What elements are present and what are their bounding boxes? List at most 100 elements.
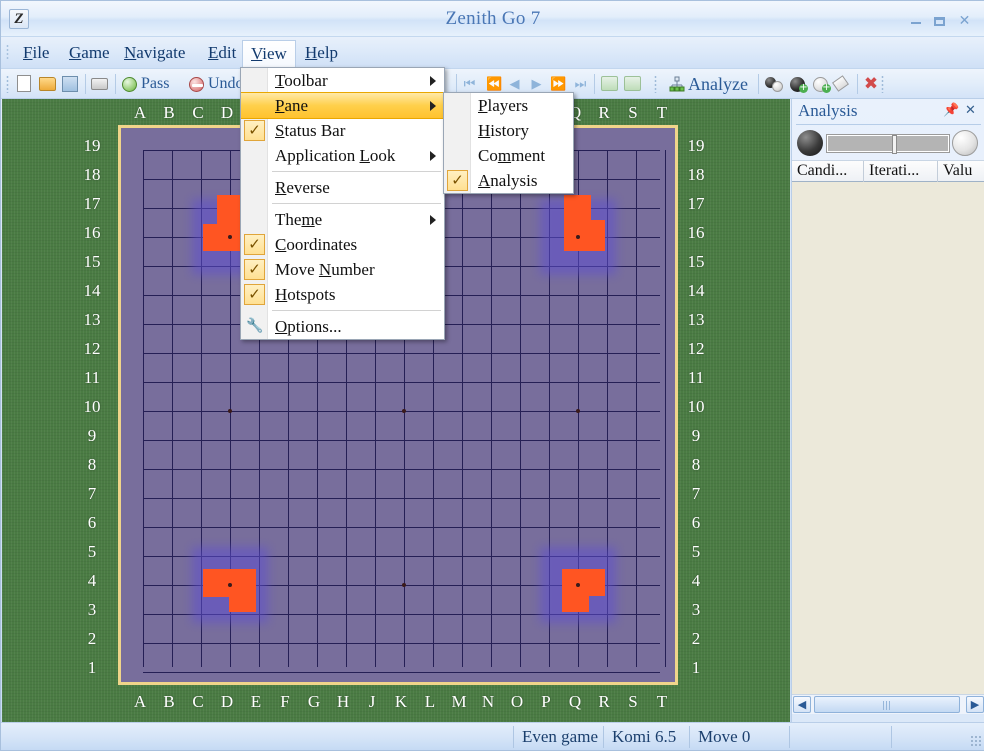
check-icon: ✓ [244,259,265,280]
view-menu-popup[interactable]: ToolbarPane✓Status BarApplication LookRe… [240,67,445,340]
menu-navigate[interactable]: Navigate [116,40,193,66]
view-menu-item-move-number[interactable]: ✓Move Number [241,257,444,282]
new-file-icon[interactable] [17,75,31,92]
view-menu-item-reverse[interactable]: Reverse [241,175,444,200]
column-label-bottom-Q: Q [565,692,585,712]
pane-menu-item-players[interactable]: Players [444,93,573,118]
hotspot-core[interactable] [203,224,244,251]
print-icon[interactable] [91,78,108,90]
toolbar-grip-2[interactable] [654,75,657,93]
menu-item-label: Pane [275,96,308,115]
menu-game[interactable]: Game [61,40,118,66]
minimize-button[interactable] [908,14,923,28]
analyze-button[interactable]: Analyze [688,73,748,95]
row-label-right-18: 18 [686,165,706,185]
resize-grip[interactable] [970,735,982,747]
grid-line-vertical [143,150,144,667]
nav-first-icon[interactable]: ⏮ [462,77,477,92]
evaluation-slider[interactable] [827,135,949,152]
hotspot-core[interactable] [229,569,256,612]
undo-button[interactable]: Undo [208,73,244,95]
row-label-right-10: 10 [686,397,706,417]
column-label-bottom-F: F [275,692,295,712]
nav-rewind-icon[interactable]: ⏪ [486,77,501,92]
nav-forward-icon[interactable]: ⏩ [550,77,565,92]
pane-menu-item-analysis[interactable]: ✓Analysis [444,168,573,193]
eraser-icon[interactable] [833,76,850,92]
save-file-icon[interactable] [62,76,78,92]
column-label-bottom-D: D [217,692,237,712]
add-black-stone-icon[interactable]: + [789,75,809,93]
column-label-top-S: S [623,103,643,123]
branch-prev-icon[interactable] [601,76,618,91]
toolbar-grip-1[interactable] [6,75,9,93]
analyze-icon[interactable] [669,76,685,92]
evaluation-slider-thumb[interactable] [892,135,897,154]
view-menu-item-coordinates[interactable]: ✓Coordinates [241,232,444,257]
open-file-icon[interactable] [39,77,56,91]
pane-submenu-popup[interactable]: PlayersHistoryComment✓Analysis [443,92,574,194]
column-label-bottom-E: E [246,692,266,712]
scroll-right-button[interactable]: ▶ [966,696,984,713]
scroll-left-button[interactable]: ◀ [793,696,811,713]
two-stones-icon[interactable] [765,75,785,93]
column-label-bottom-P: P [536,692,556,712]
submenu-arrow-icon [430,101,436,111]
pane-menu-item-comment[interactable]: Comment [444,143,573,168]
star-point [402,583,406,587]
delete-icon[interactable]: ✖ [863,76,879,92]
scrollbar-thumb[interactable] [814,696,960,713]
view-menu-item-application-look[interactable]: Application Look [241,143,444,168]
maximize-button[interactable] [932,14,947,28]
hotspot-core[interactable] [564,220,605,251]
close-button[interactable]: ✕ [957,14,972,28]
nav-prev-icon[interactable]: ◀ [507,77,522,92]
column-label-top-T: T [652,103,672,123]
view-menu-item-toolbar[interactable]: Toolbar [241,68,444,93]
column-header-iterations[interactable]: Iterati... [864,161,938,182]
pass-icon[interactable] [122,77,137,92]
column-header-candidate[interactable]: Candi... [792,161,864,182]
menu-bar: File Game Navigate Edit View Help [1,37,984,69]
column-label-bottom-A: A [130,692,150,712]
close-icon[interactable]: ✕ [963,103,978,118]
toolbar-grip-3[interactable] [881,75,884,93]
add-white-stone-icon[interactable]: + [812,75,832,93]
view-menu-item-status-bar[interactable]: ✓Status Bar [241,118,444,143]
column-header-value[interactable]: Valu [938,161,984,182]
menu-item-label: Toolbar [275,71,328,90]
application-window: Z Zenith Go 7 ✕ File Game Navigate Edit … [0,0,984,751]
menu-item-label: Status Bar [275,121,345,140]
analysis-table-body[interactable] [792,182,984,694]
status-move: Move 0 [689,726,789,748]
hotspot-core[interactable] [562,569,589,612]
grid-line-horizontal [143,527,660,528]
view-menu-item-hotspots[interactable]: ✓Hotspots [241,282,444,307]
view-menu-item-pane[interactable]: Pane [241,92,444,119]
view-menu-item-theme[interactable]: Theme [241,207,444,232]
view-menu-item-options[interactable]: 🔧Options... [241,314,444,339]
menu-item-label: Hotspots [275,285,335,304]
analysis-horizontal-scrollbar[interactable]: ◀ ▶ [792,694,984,714]
grid-line-horizontal [143,672,660,673]
row-label-right-11: 11 [686,368,706,388]
menu-file[interactable]: File [15,40,57,66]
row-label-right-14: 14 [686,281,706,301]
pane-menu-item-history[interactable]: History [444,118,573,143]
row-label-right-19: 19 [686,136,706,156]
black-stone-icon [797,130,823,156]
pin-icon[interactable]: 📌 [943,103,958,118]
nav-next-icon[interactable]: ▶ [529,77,544,92]
menu-view[interactable]: View [242,40,296,69]
row-label-right-1: 1 [686,658,706,678]
row-label-left-5: 5 [82,542,102,562]
menubar-grip[interactable] [6,44,9,61]
menu-help[interactable]: Help [297,40,346,66]
nav-last-icon[interactable]: ⏭ [573,77,588,92]
menu-edit[interactable]: Edit [200,40,244,66]
pass-button[interactable]: Pass [141,73,169,95]
branch-next-icon[interactable] [624,76,641,91]
status-komi: Komi 6.5 [603,726,689,748]
undo-icon[interactable] [189,77,204,92]
row-label-left-18: 18 [82,165,102,185]
